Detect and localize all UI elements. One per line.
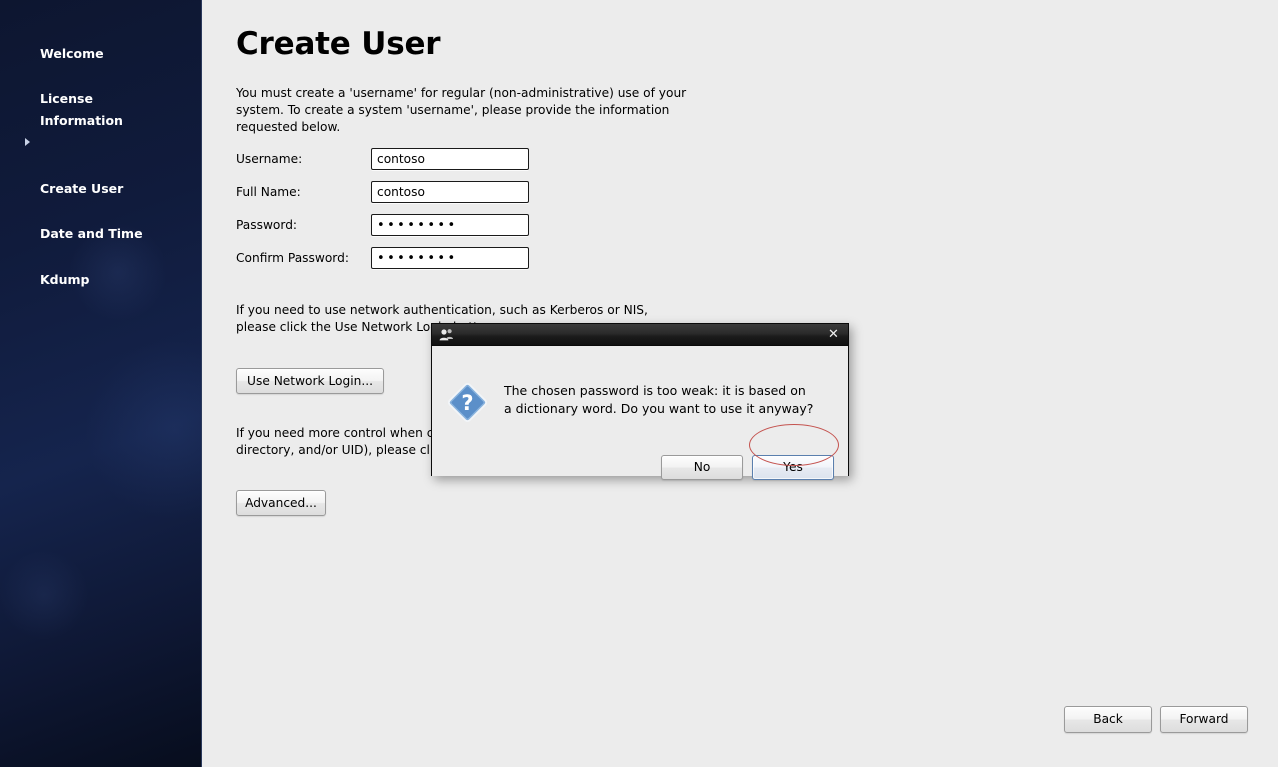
dialog-titlebar: ✕: [432, 324, 848, 346]
yes-button[interactable]: Yes: [752, 455, 834, 480]
sidebar-item-label: Kdump: [40, 271, 90, 287]
sidebar-item-label: Date and Time: [40, 226, 143, 242]
sidebar-item-create-user[interactable]: Create User: [0, 133, 202, 201]
username-label: Username:: [236, 152, 303, 166]
sidebar-item-welcome[interactable]: Welcome: [0, 20, 202, 65]
use-network-login-button[interactable]: Use Network Login...: [236, 368, 384, 394]
question-icon: ?: [445, 380, 490, 425]
no-button[interactable]: No: [661, 455, 743, 480]
advanced-button[interactable]: Advanced...: [236, 490, 326, 516]
sidebar-item-license-information[interactable]: License Information: [0, 65, 202, 133]
password-input[interactable]: [371, 214, 529, 236]
sidebar-item-kdump[interactable]: Kdump: [0, 246, 202, 291]
back-button[interactable]: Back: [1064, 706, 1152, 733]
sidebar-nav: Welcome License Information Create User …: [0, 20, 202, 291]
intro-description: You must create a 'username' for regular…: [236, 86, 687, 134]
password-weak-dialog: ✕ ? The chosen password is too weak: it …: [431, 323, 849, 480]
confirm-password-label: Confirm Password:: [236, 251, 349, 265]
full-name-label: Full Name:: [236, 185, 301, 199]
confirm-password-input[interactable]: [371, 247, 529, 269]
close-icon[interactable]: ✕: [826, 328, 841, 343]
svg-text:?: ?: [461, 391, 473, 415]
sidebar-item-label: License Information: [40, 90, 123, 129]
sidebar-item-label: Create User: [40, 181, 124, 197]
sidebar: Welcome License Information Create User …: [0, 0, 202, 767]
current-page-arrow-icon: [25, 137, 30, 146]
full-name-input[interactable]: [371, 181, 529, 203]
dialog-body: ? The chosen password is too weak: it is…: [432, 346, 848, 480]
sidebar-item-date-and-time[interactable]: Date and Time: [0, 201, 202, 246]
sidebar-item-label: Welcome: [40, 45, 104, 61]
password-label: Password:: [236, 218, 298, 232]
dialog-message: The chosen password is too weak: it is b…: [504, 383, 814, 416]
page-title: Create User: [236, 26, 441, 62]
username-input[interactable]: [371, 148, 529, 170]
users-icon: [439, 328, 454, 342]
forward-button[interactable]: Forward: [1160, 706, 1248, 733]
